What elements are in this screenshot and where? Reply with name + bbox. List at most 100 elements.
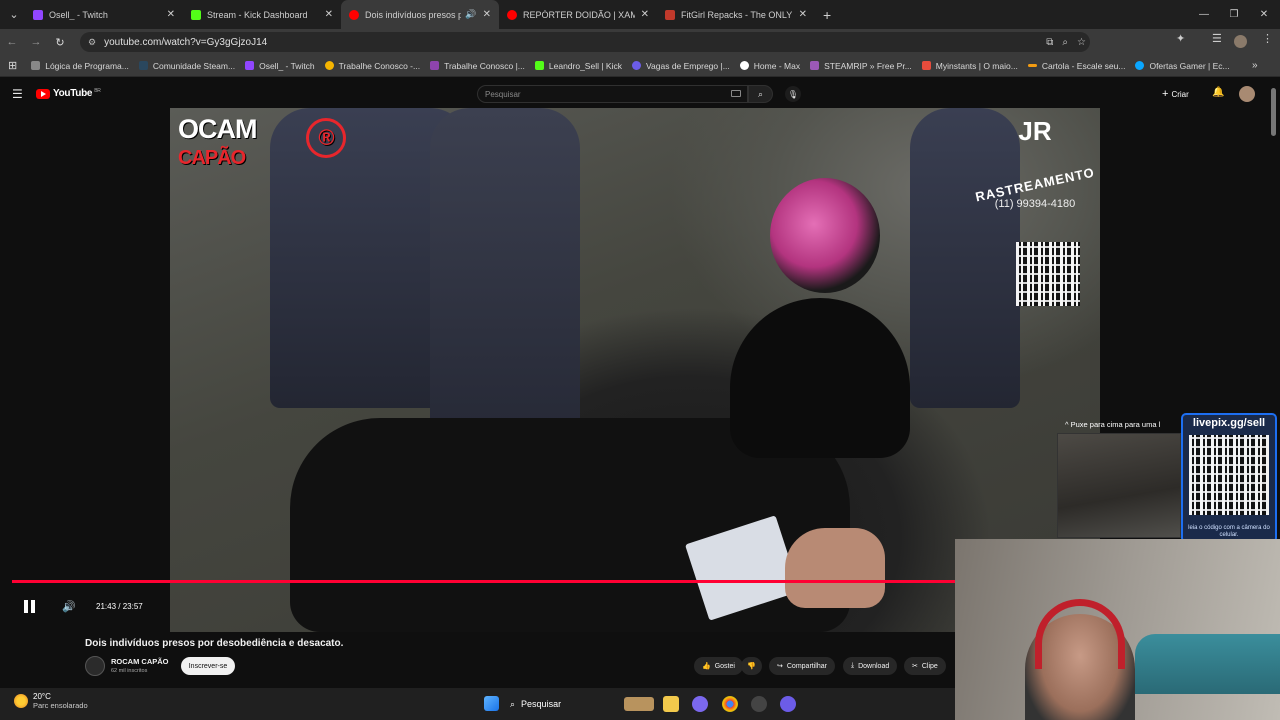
restore-icon[interactable]: ❐ (1218, 0, 1250, 29)
close-tab-icon[interactable]: ✕ (325, 9, 333, 20)
obs-icon[interactable] (751, 696, 767, 712)
swipe-up-label: Puxe para cima para uma l (1070, 420, 1161, 429)
bookmark-item[interactable]: Cartola - Escale seu... (1027, 60, 1126, 71)
bookmark-label: Myinstants | O maio... (935, 60, 1018, 71)
video-title: Dois indivíduos presos por desobediência… (85, 638, 344, 649)
bookmark-item[interactable]: Trabalhe Conosco -... (324, 61, 420, 71)
red-headset (1035, 599, 1125, 669)
watermark-subtext: CAPÃO (178, 147, 246, 169)
bookmark-label: Cartola - Escale seu... (1041, 60, 1126, 71)
livepix-caption: leia o código com a câmera do celular. (1188, 525, 1270, 538)
notifications-bell-icon[interactable]: 🔔 (1212, 87, 1224, 98)
menu-kebab-icon[interactable]: ⋮ (1262, 32, 1273, 45)
voice-search-button[interactable]: 🎙 (785, 86, 801, 102)
extensions-icon[interactable]: ✦ (1176, 32, 1185, 45)
time-total: 23:57 (122, 602, 143, 611)
bookmark-label: Ofertas Gamer | Ec... (1149, 60, 1230, 71)
hamburger-menu-icon[interactable]: ☰ (12, 87, 23, 101)
tab-title: REPÓRTER DOIDÃO | XAMUEL (523, 9, 635, 20)
bookmark-item[interactable]: Lógica de Programa... (31, 61, 129, 71)
dislike-button[interactable]: 👎 (741, 657, 762, 675)
bookmark-star-icon[interactable]: ☆ (1077, 37, 1086, 48)
bookmark-item[interactable]: Comunidade Steam... (138, 60, 236, 71)
profile-avatar[interactable] (1234, 35, 1247, 48)
keyboard-icon[interactable] (731, 90, 741, 97)
more-bookmarks-icon[interactable]: » (1252, 60, 1258, 71)
weather-widget[interactable]: 20°C Parc ensolarado (14, 692, 88, 710)
clip-button[interactable]: ✂ Clipe (904, 657, 946, 675)
bookmarks-bar: ⊞ Lógica de Programa... Comunidade Steam… (0, 55, 1280, 77)
bookmark-item[interactable]: STEAMRIP » Free Pr... (810, 61, 912, 71)
windows-start-icon[interactable] (484, 696, 499, 711)
speaker-icon[interactable]: 🔊 (465, 9, 476, 20)
close-tab-icon[interactable]: ✕ (167, 9, 175, 20)
close-tab-icon[interactable]: ✕ (483, 9, 491, 20)
zoom-icon[interactable]: ⌕ (1062, 37, 1068, 48)
tab-1[interactable]: Stream - Kick Dashboard ✕ (183, 0, 341, 29)
account-avatar[interactable] (1239, 86, 1255, 102)
search-highlight-icon (624, 697, 654, 711)
close-window-icon[interactable]: ✕ (1248, 0, 1280, 29)
bookmark-item[interactable]: Leandro_Sell | Kick (534, 61, 622, 71)
bookmark-label: STEAMRIP » Free Pr... (824, 60, 912, 71)
registered-badge-icon: ® (306, 118, 346, 158)
youtube-wordmark: YouTube (53, 88, 93, 99)
chrome-icon[interactable] (722, 696, 738, 712)
tab-2-active[interactable]: Dois indivíduos presos por 🔊 ✕ (341, 0, 499, 29)
share-button[interactable]: ↪ Compartilhar (769, 657, 835, 675)
create-button[interactable]: + Criar (1162, 88, 1189, 100)
url-bar[interactable]: ⚙ youtube.com/watch?v=Gy3gGjzoJ14 ⧉ ⌕ ☆ (80, 32, 1090, 52)
download-icon: ⤓ (851, 662, 855, 669)
watermark-text: OCAM (178, 114, 257, 144)
youtube-logo[interactable]: YouTube BR (36, 88, 101, 99)
reading-list-icon[interactable]: ☰ (1212, 32, 1222, 45)
discord-alt-icon[interactable] (780, 696, 796, 712)
video-progress-bar[interactable] (12, 580, 955, 583)
bookmark-item[interactable]: Vagas de Emprego |... (631, 61, 730, 71)
plus-icon: + (1162, 88, 1169, 100)
taskbar-search[interactable]: ⌕ Pesquisar (510, 696, 654, 712)
close-tab-icon[interactable]: ✕ (799, 9, 807, 20)
like-label: Gostei (714, 662, 735, 670)
bookmark-favicon-icon (324, 61, 334, 70)
tab-0[interactable]: Osell_ - Twitch ✕ (25, 0, 183, 29)
tab-3[interactable]: REPÓRTER DOIDÃO | XAMUEL ✕ (499, 0, 657, 29)
scissors-icon: ✂ (912, 663, 918, 670)
bookmark-label: Lógica de Programa... (45, 60, 129, 71)
tab-4[interactable]: FitGirl Repacks - The ONLY offic ✕ (657, 0, 815, 29)
tab-list-button[interactable]: ⌄ (3, 4, 25, 26)
new-tab-icon[interactable]: + (823, 7, 831, 23)
bookmark-item[interactable]: Trabalhe Conosco |... (430, 61, 525, 71)
minimize-icon[interactable]: — (1188, 0, 1220, 29)
streamer-webcam (955, 539, 1280, 720)
bookmark-item[interactable]: Home - Max (739, 61, 800, 71)
bookmark-item[interactable]: Osell_ - Twitch (245, 61, 315, 71)
site-info-icon[interactable]: ⚙ (88, 37, 96, 48)
bookmark-item[interactable]: Myinstants | O maio... (921, 60, 1018, 71)
page-scrollbar[interactable] (1271, 88, 1276, 136)
file-explorer-icon[interactable] (663, 696, 679, 712)
forward-icon[interactable]: → (24, 36, 48, 48)
pause-icon[interactable] (24, 600, 36, 613)
sponsor-overlay: JR RASTREAMENTO (11) 99394-4180 (970, 116, 1100, 210)
kick-favicon-icon (191, 9, 201, 20)
reload-icon[interactable]: ↻ (48, 36, 72, 49)
install-app-icon[interactable]: ⧉ (1046, 37, 1053, 48)
search-button[interactable]: ⌕ (748, 85, 773, 103)
discord-icon[interactable] (692, 696, 708, 712)
bookmark-label: Comunidade Steam... (152, 60, 236, 71)
download-button[interactable]: ⤓ Download (843, 657, 898, 675)
subscribe-button[interactable]: Inscrever-se (181, 657, 235, 675)
channel-name[interactable]: ROCAM CAPÃO (111, 657, 169, 666)
bookmark-item[interactable]: Ofertas Gamer | Ec... (1135, 60, 1230, 71)
back-icon[interactable]: ← (0, 36, 24, 48)
apps-grid-icon[interactable]: ⊞ (8, 59, 17, 72)
bookmark-favicon-icon (31, 61, 41, 70)
volume-icon[interactable]: 🔊 (62, 600, 76, 613)
weather-condition: Parc ensolarado (33, 701, 88, 710)
close-tab-icon[interactable]: ✕ (641, 9, 649, 20)
channel-avatar[interactable] (85, 656, 105, 676)
search-input[interactable]: Pesquisar (477, 85, 748, 103)
like-button[interactable]: 👍 Gostei (694, 657, 743, 675)
max-icon (739, 61, 749, 70)
